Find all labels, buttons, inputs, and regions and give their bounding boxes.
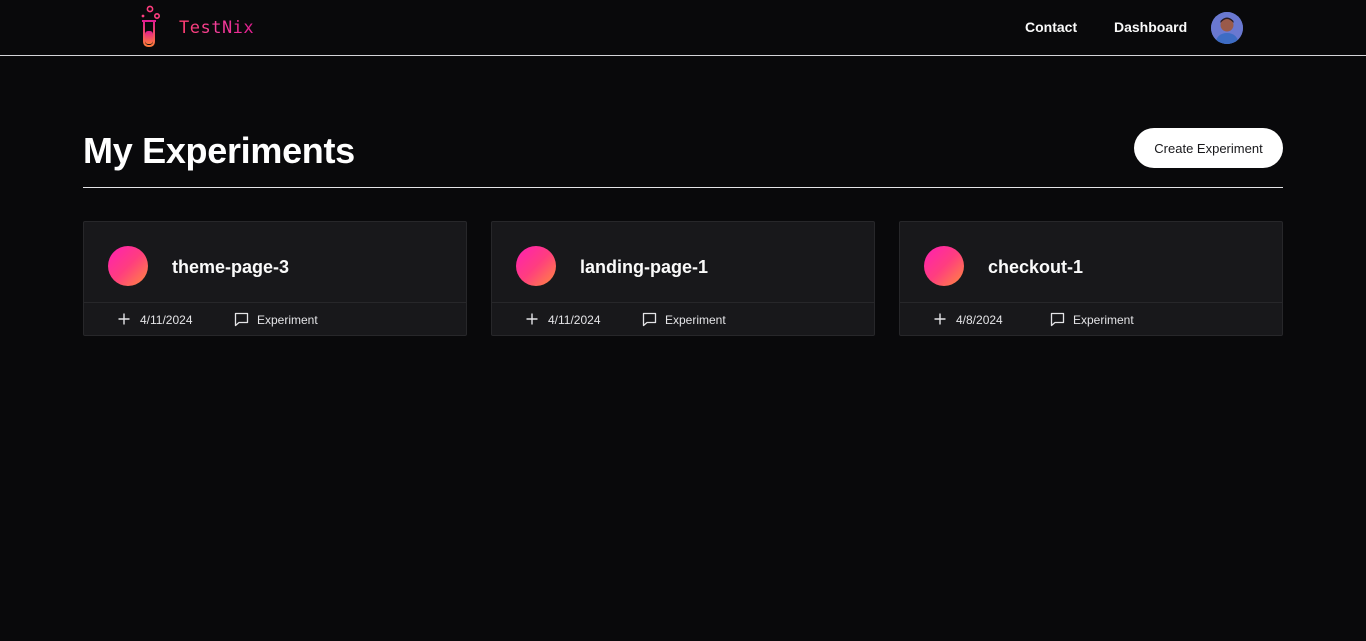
brand-name: TestNix [179, 18, 255, 38]
card-meta: 4/11/2024 Experiment [492, 303, 874, 336]
card-meta: 4/11/2024 Experiment [84, 303, 466, 336]
page-header: My Experiments Create Experiment [83, 124, 1283, 188]
experiment-date: 4/11/2024 [548, 313, 601, 327]
experiment-name: landing-page-1 [580, 257, 709, 277]
test-tube-icon [138, 5, 162, 52]
experiment-avatar-gradient [924, 246, 964, 286]
experiment-avatar-gradient [516, 246, 556, 286]
plus-icon [934, 313, 946, 325]
message-square-icon [1050, 312, 1065, 327]
message-square-icon [642, 312, 657, 327]
experiment-name: checkout-1 [988, 257, 1084, 277]
message-square-icon [234, 312, 249, 327]
experiment-type: Experiment [257, 313, 318, 327]
nav-link-contact[interactable]: Contact [1025, 19, 1077, 35]
experiment-avatar-gradient [108, 246, 148, 286]
experiment-date: 4/11/2024 [140, 313, 193, 327]
card-meta: 4/8/2024 Experiment [900, 303, 1282, 336]
experiment-type: Experiment [665, 313, 726, 327]
page-title: My Experiments [83, 130, 355, 171]
brand-logo-link[interactable]: TestNix [138, 5, 255, 52]
experiment-name: theme-page-3 [172, 257, 290, 277]
experiment-card[interactable]: landing-page-1 4/11/2024 Experiment [491, 221, 875, 336]
create-experiment-button[interactable]: Create Experiment [1134, 128, 1283, 168]
card-header: landing-page-1 [492, 222, 874, 303]
user-avatar[interactable] [1211, 12, 1243, 44]
card-header: theme-page-3 [84, 222, 466, 303]
navbar: TestNix Contact Dashboard [0, 0, 1366, 56]
experiment-card-grid: theme-page-3 4/11/2024 Experiment landin… [83, 221, 1283, 336]
nav-link-dashboard[interactable]: Dashboard [1114, 19, 1187, 35]
plus-icon [526, 313, 538, 325]
experiment-date: 4/8/2024 [956, 313, 1003, 327]
card-header: checkout-1 [900, 222, 1282, 303]
experiment-type: Experiment [1073, 313, 1134, 327]
plus-icon [118, 313, 130, 325]
experiment-card[interactable]: checkout-1 4/8/2024 Experiment [899, 221, 1283, 336]
experiment-card[interactable]: theme-page-3 4/11/2024 Experiment [83, 221, 467, 336]
